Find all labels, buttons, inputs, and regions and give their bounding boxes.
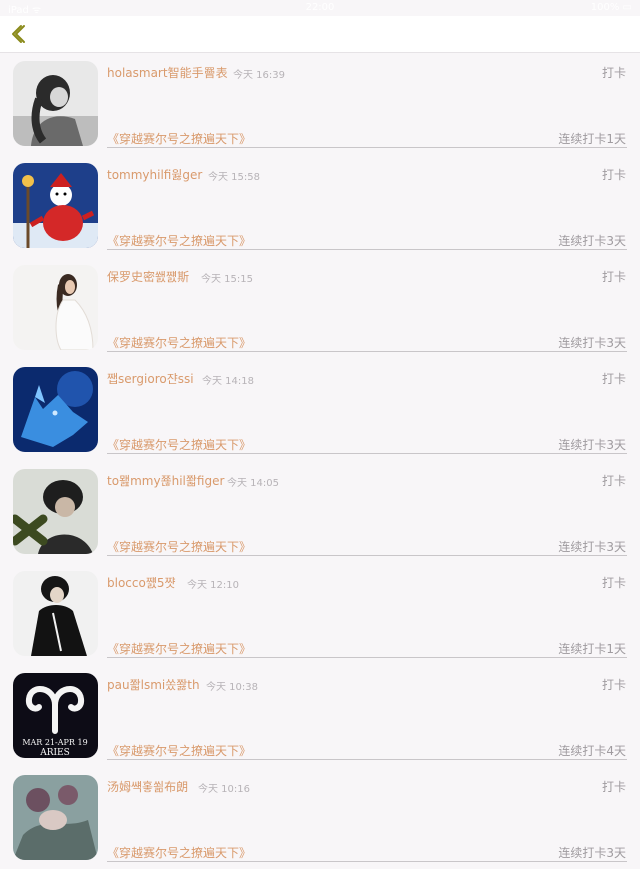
avatar-black-figure-icon [13,571,98,656]
avatar[interactable] [13,367,98,452]
status-time: 22:00 [305,2,335,13]
streak-count: 连续打卡1天 [558,642,626,656]
avatar[interactable] [13,775,98,860]
checkin-label: 打卡 [601,474,626,488]
avatar[interactable]: MAR 21-APR 19 ARIES [13,673,98,758]
avatar[interactable] [13,163,98,248]
row-divider [107,555,627,556]
svg-text:ARIES: ARIES [39,748,70,758]
nav-bar [0,16,640,53]
avatar-blue-wolf-icon [13,367,98,452]
checkin-label: 打卡 [601,576,626,590]
row-divider [107,657,627,658]
status-battery: 100% ▭ [590,2,632,13]
streak-count: 连续打卡3天 [558,540,626,554]
checkin-time: 今天 16:39 [233,70,285,81]
book-title[interactable]: 《穿越赛尔号之撩遍天下》 [107,640,251,657]
checkin-row[interactable]: 汤姆썍홓쐶布朗 今天 10:16 打卡 《穿越赛尔号之撩遍天下》 连续打卡3天 [0,767,640,869]
checkin-row[interactable]: MAR 21-APR 19 ARIES pau쫣lsmi쏬쫧th 今天 10:3… [0,665,640,767]
user-name[interactable]: pau쫣lsmi쏬쫧th [107,676,200,693]
row-divider [107,759,627,760]
user-name[interactable]: to뫮mmy쬲hil쫣figer [107,472,224,489]
user-name[interactable]: blocco쨼5쨧 [107,574,176,591]
avatar[interactable] [13,61,98,146]
user-name[interactable]: 保罗史密쐜쨼斯 [107,268,189,285]
avatar-roses-icon [13,775,98,860]
checkin-row[interactable]: blocco쨼5쨧 今天 12:10 打卡 《穿越赛尔号之撩遍天下》 连续打卡1… [0,563,640,665]
checkin-label: 打卡 [601,780,626,794]
streak-count: 连续打卡1天 [558,132,626,146]
checkin-label: 打卡 [601,66,626,80]
book-title[interactable]: 《穿越赛尔号之撩遍天下》 [107,538,251,555]
user-name[interactable]: 汤姆썍홓쐶布朗 [107,778,188,795]
checkin-label: 打卡 [601,270,626,284]
status-bar: iPad ᯤ 22:00 100% ▭ [0,0,640,16]
back-button[interactable] [4,20,32,48]
streak-count: 连续打卡4天 [558,744,626,758]
checkin-row[interactable]: tommyhilfi윓ger 今天 15:58 打卡 《穿越赛尔号之撩遍天下》 … [0,155,640,257]
avatar-boy-cross-icon [13,469,98,554]
row-divider [107,351,627,352]
checkin-label: 打卡 [601,168,626,182]
book-title[interactable]: 《穿越赛尔号之撩遍天下》 [107,232,251,249]
checkin-label: 打卡 [601,678,626,692]
book-title[interactable]: 《穿越赛尔号之撩遍天下》 [107,436,251,453]
checkin-time: 今天 15:58 [208,172,260,183]
checkin-label: 打卡 [601,372,626,386]
checkin-time: 今天 14:18 [202,376,254,387]
avatar[interactable] [13,265,98,350]
avatar-girl-white-icon [13,265,98,350]
user-name[interactable]: holasmart智能手罾表 [107,64,228,81]
streak-count: 连续打卡3天 [558,234,626,248]
avatar[interactable] [13,469,98,554]
checkin-time: 今天 10:16 [198,784,250,795]
streak-count: 连续打卡3天 [558,438,626,452]
avatar-snowman-icon [13,163,98,248]
book-title[interactable]: 《穿越赛尔号之撩遍天下》 [107,334,251,351]
checkin-row[interactable]: holasmart智能手罾表 今天 16:39 打卡 《穿越赛尔号之撩遍天下》 … [0,53,640,155]
avatar-aries-icon: MAR 21-APR 19 ARIES [13,673,98,758]
checkin-time: 今天 10:38 [206,682,258,693]
user-name[interactable]: 쨉sergioro쟌ssi [107,370,194,387]
book-title[interactable]: 《穿越赛尔号之撩遍天下》 [107,130,251,147]
user-name[interactable]: tommyhilfi윓ger [107,166,202,183]
avatar-girl-grayscale-icon [13,61,98,146]
avatar[interactable] [13,571,98,656]
row-divider [107,861,627,862]
row-divider [107,453,627,454]
chevron-left-icon [12,25,25,43]
checkin-time: 今天 12:10 [187,580,239,591]
checkin-row[interactable]: 保罗史密쐜쨼斯 今天 15:15 打卡 《穿越赛尔号之撩遍天下》 连续打卡3天 [0,257,640,359]
book-title[interactable]: 《穿越赛尔号之撩遍天下》 [107,742,251,759]
row-divider [107,147,627,148]
checkin-time: 今天 15:15 [201,274,253,285]
streak-count: 连续打卡3天 [558,336,626,350]
row-divider [107,249,627,250]
checkin-row[interactable]: 쨉sergioro쟌ssi 今天 14:18 打卡 《穿越赛尔号之撩遍天下》 连… [0,359,640,461]
checkin-row[interactable]: to뫮mmy쬲hil쫣figer 今天 14:05 打卡 《穿越赛尔号之撩遍天下… [0,461,640,563]
svg-text:MAR 21-APR 19: MAR 21-APR 19 [22,738,87,747]
checkin-time: 今天 14:05 [227,478,279,489]
